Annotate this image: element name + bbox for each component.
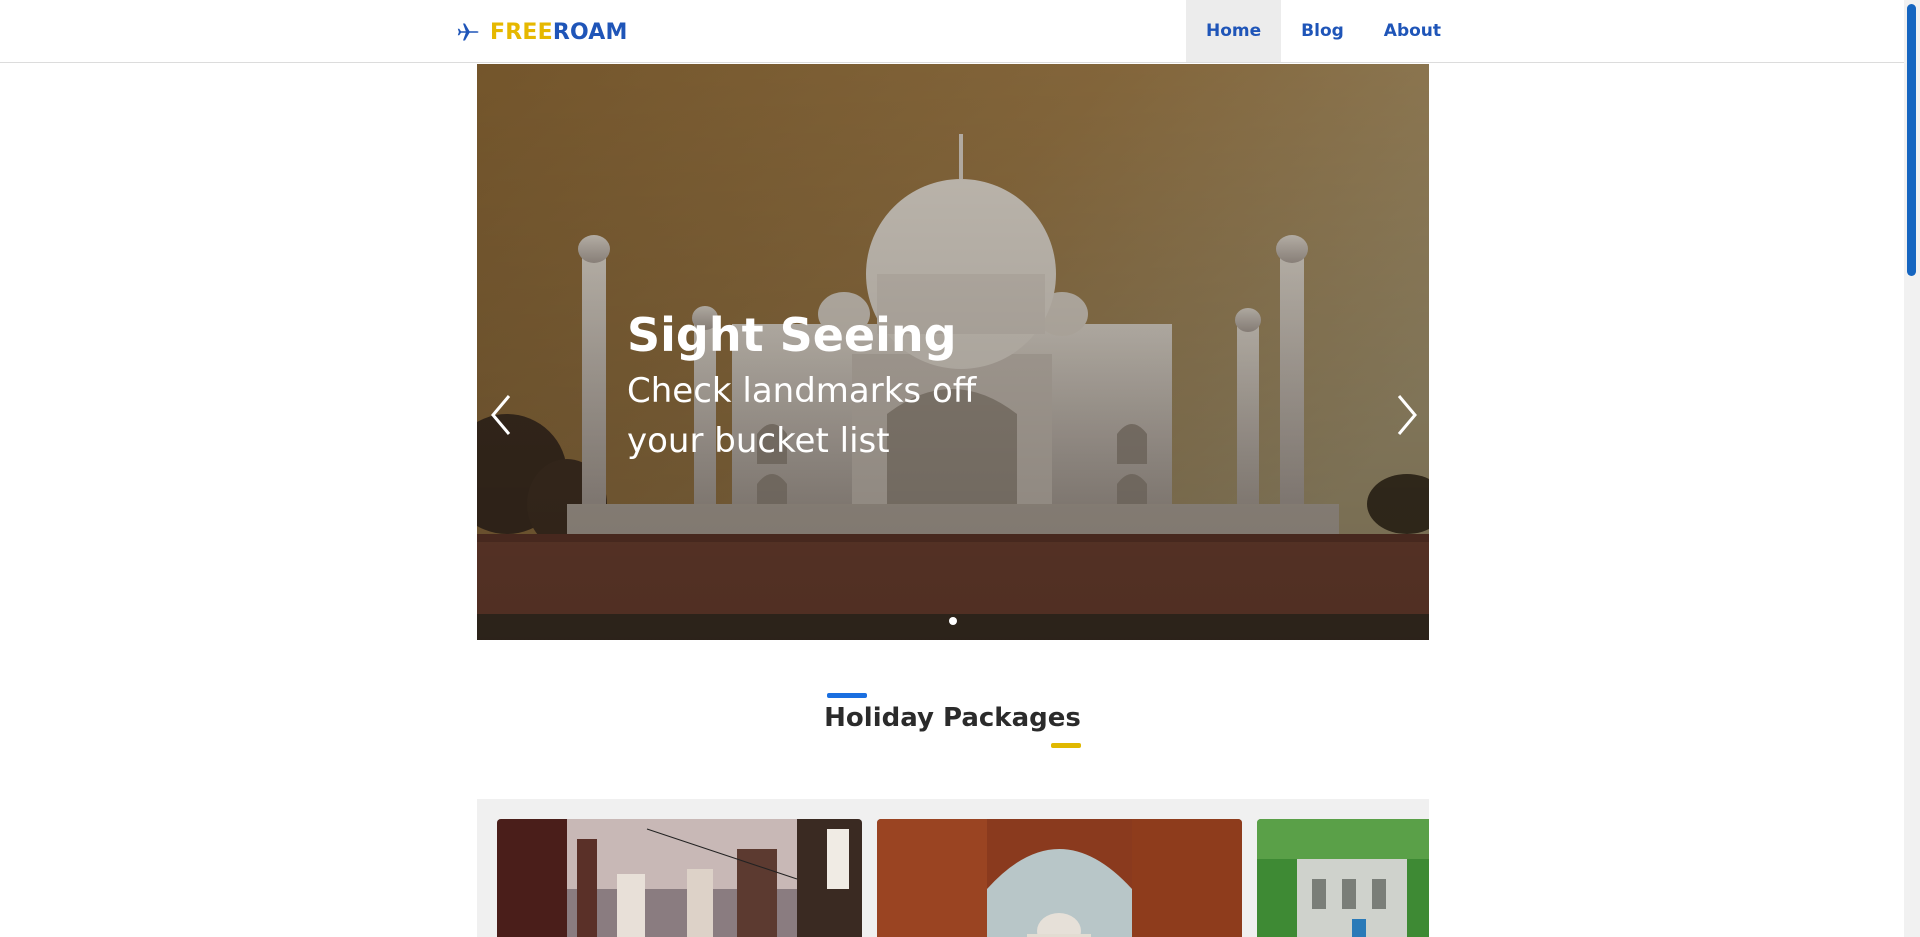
package-card[interactable]: [1257, 819, 1429, 937]
brand-logo[interactable]: FREEROAM: [456, 16, 628, 48]
carousel-prev-button[interactable]: [487, 390, 517, 440]
nav-about[interactable]: About: [1364, 0, 1461, 62]
scrollbar-thumb[interactable]: [1907, 4, 1916, 276]
hero-carousel[interactable]: Sight Seeing Check landmarks off your bu…: [477, 64, 1429, 640]
page-scrollbar[interactable]: [1904, 0, 1920, 937]
chevron-left-icon: [491, 395, 511, 435]
package-card[interactable]: [877, 819, 1242, 937]
carousel-indicators: [477, 617, 1429, 625]
top-navbar: FREEROAM Home Blog About: [0, 0, 1904, 63]
chevron-right-icon: [1397, 395, 1417, 435]
airplane-icon: [457, 23, 479, 41]
section-title: Holiday Packages: [824, 703, 1081, 733]
brand-name-part2: ROAM: [552, 19, 628, 45]
main-nav: Home Blog About: [1186, 0, 1461, 62]
package-card[interactable]: [497, 819, 862, 937]
nav-home[interactable]: Home: [1186, 0, 1282, 62]
hero-caption: Sight Seeing Check landmarks off your bu…: [627, 304, 1047, 466]
nav-blog[interactable]: Blog: [1281, 0, 1364, 62]
hero-title: Sight Seeing: [627, 308, 957, 362]
package-image: [497, 819, 862, 937]
section-accent-bar-top: [827, 693, 867, 698]
package-image: [1257, 819, 1429, 937]
brand-name-part1: FREE: [490, 19, 553, 45]
carousel-indicator-active[interactable]: [949, 617, 957, 625]
packages-list: [477, 799, 1429, 937]
section-accent-bar-bottom: [1051, 743, 1081, 748]
carousel-next-button[interactable]: [1391, 390, 1421, 440]
package-image: [877, 819, 1242, 937]
hero-subtitle: Check landmarks off your bucket list: [627, 371, 977, 461]
brand-name: FREEROAM: [490, 20, 628, 45]
